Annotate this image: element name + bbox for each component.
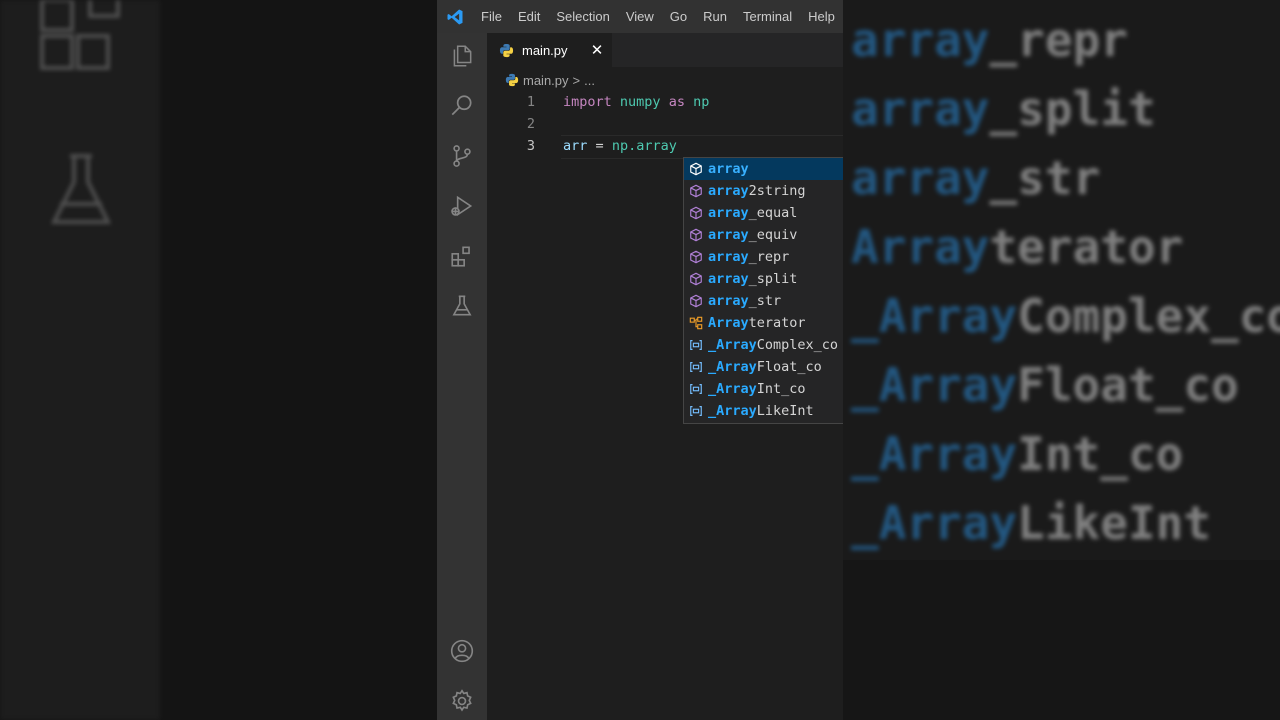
menu-view[interactable]: View [618, 9, 662, 24]
tab-main-py[interactable]: main.py ✕ [487, 33, 612, 67]
suggestion-item[interactable]: _Array Float_co [684, 356, 843, 378]
menu-edit[interactable]: Edit [510, 9, 548, 24]
blurred-suggestion-list: array_repr array_split array_str Arrayte… [851, 6, 1280, 558]
suggestion-item[interactable]: array _repr [684, 246, 843, 268]
menu-bar: File Edit Selection View Go Run Terminal… [437, 0, 843, 33]
python-file-icon [499, 43, 514, 58]
suggestion-item[interactable]: _Array LikeInt [684, 400, 843, 422]
blurred-item: Arrayterator [851, 220, 1184, 274]
editor-tabs: main.py ✕ [487, 33, 843, 67]
line-content: arr = np.array [563, 138, 677, 154]
blurred-testing-icon [50, 154, 112, 224]
method-icon [688, 293, 704, 309]
run-debug-icon[interactable] [448, 192, 476, 220]
menu-go[interactable]: Go [662, 9, 695, 24]
suggestion-item[interactable]: array [684, 158, 843, 180]
breadcrumb: main.py > ... [505, 70, 595, 90]
menu-file[interactable]: File [473, 9, 510, 24]
close-icon[interactable]: ✕ [588, 41, 606, 59]
menu-selection[interactable]: Selection [548, 9, 617, 24]
breadcrumb-symbols[interactable]: ... [584, 73, 595, 88]
code-line: 2 [487, 113, 843, 135]
class-icon [688, 315, 704, 331]
line-number: 3 [526, 138, 535, 154]
method-icon [688, 183, 704, 199]
variable-icon [688, 337, 704, 353]
extensions-icon[interactable] [448, 242, 476, 270]
code-line: 1 import numpy as np [487, 91, 843, 113]
code-line: 3 arr = np.array [487, 135, 843, 157]
method-icon [688, 227, 704, 243]
line-number: 2 [526, 116, 535, 132]
background-right: array_repr array_split array_str Arrayte… [843, 0, 1280, 720]
suggestion-item[interactable]: array 2string [684, 180, 843, 202]
method-icon [688, 271, 704, 287]
blurred-extensions-icon [40, 0, 120, 70]
line-number: 1 [526, 94, 535, 110]
suggestion-item[interactable]: array _equiv [684, 224, 843, 246]
blurred-item: array_str [851, 151, 1101, 205]
vscode-logo-icon [437, 0, 473, 33]
tab-label: main.py [522, 42, 568, 58]
suggestion-item[interactable]: array _split [684, 268, 843, 290]
vscode-window: File Edit Selection View Go Run Terminal… [437, 0, 843, 720]
breadcrumb-file[interactable]: main.py [523, 73, 569, 88]
menu-run[interactable]: Run [695, 9, 735, 24]
testing-icon[interactable] [448, 292, 476, 320]
suggestion-widget: array array 2string array _equal array _equ… [683, 157, 843, 424]
search-icon[interactable] [448, 92, 476, 120]
blurred-item: _ArrayInt_co [851, 427, 1184, 481]
menu-terminal[interactable]: Terminal [735, 9, 800, 24]
breadcrumb-separator: > [572, 72, 581, 88]
suggestion-item[interactable]: _Array Complex_co [684, 334, 843, 356]
variable-icon [688, 359, 704, 375]
explorer-icon[interactable] [448, 42, 476, 70]
method-icon [688, 205, 704, 221]
python-file-icon [505, 73, 519, 87]
background-left-panel [0, 0, 160, 720]
blurred-item: _ArrayComplex_co [851, 289, 1280, 343]
background-left [0, 0, 437, 720]
method-icon [688, 161, 704, 177]
line-content: import numpy as np [563, 94, 710, 110]
activity-bar [437, 33, 487, 720]
blurred-item: array_repr [851, 13, 1128, 67]
account-icon[interactable] [448, 637, 476, 665]
menu-help[interactable]: Help [800, 9, 843, 24]
suggestion-item[interactable]: array _str [684, 290, 843, 312]
suggestion-item[interactable]: array _equal [684, 202, 843, 224]
variable-icon [688, 381, 704, 397]
blurred-item: array_split [851, 82, 1156, 136]
source-control-icon[interactable] [448, 142, 476, 170]
blurred-item: _ArrayLikeInt [851, 496, 1212, 550]
variable-icon [688, 403, 704, 419]
method-icon [688, 249, 704, 265]
settings-gear-icon[interactable] [448, 687, 476, 715]
suggestion-item[interactable]: _Array Int_co [684, 378, 843, 400]
suggestion-item[interactable]: Array terator [684, 312, 843, 334]
blurred-item: _ArrayFloat_co [851, 358, 1239, 412]
